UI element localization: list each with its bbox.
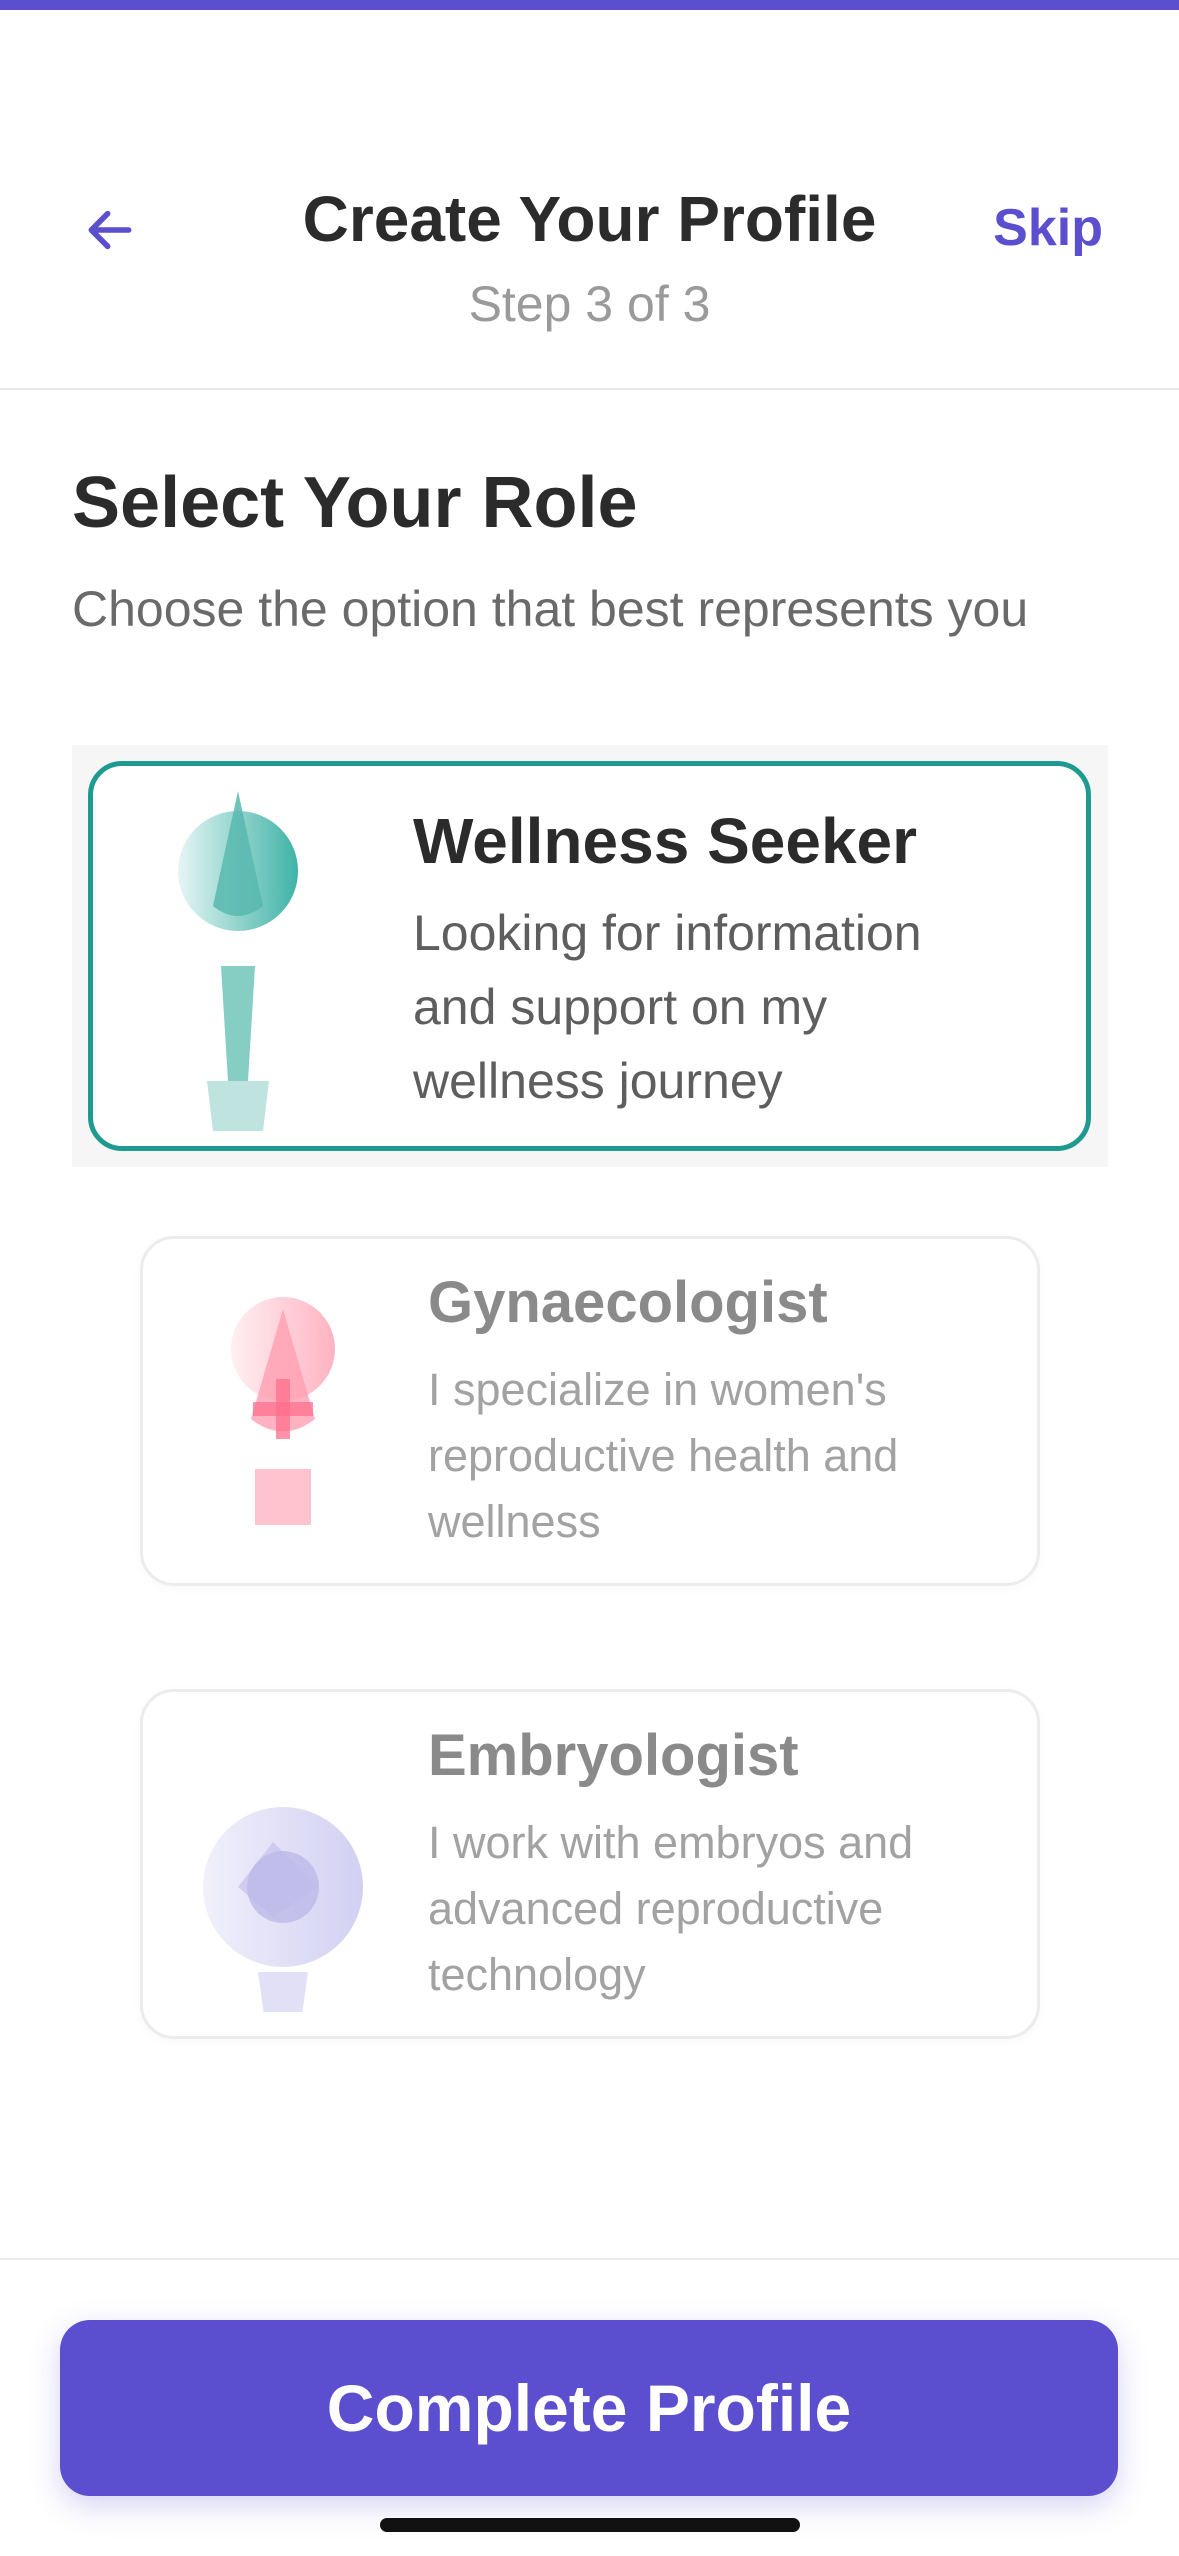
role-description: I specialize in women's reproductive hea… — [428, 1364, 899, 1547]
wellness-seeker-icon — [178, 791, 298, 1131]
role-title: Wellness Seeker — [413, 805, 918, 877]
footer-divider — [0, 2258, 1179, 2260]
progress-bar-fill — [0, 0, 1179, 10]
role-card-embryologist[interactable]: Embryologist I work with embryos and adv… — [140, 1689, 1040, 2039]
embryologist-icon — [203, 1807, 363, 2012]
role-title: Gynaecologist — [428, 1270, 828, 1335]
role-description: I work with embryos and advanced reprodu… — [428, 1817, 914, 2000]
step-indicator: Step 3 of 3 — [468, 276, 711, 332]
role-title: Embryologist — [428, 1723, 799, 1788]
section-description: Choose the option that best represents y… — [72, 581, 1029, 637]
role-card-wellness-seeker[interactable]: Wellness Seeker Looking for information … — [88, 761, 1091, 1151]
skip-button[interactable]: Skip — [993, 198, 1103, 258]
role-card-gynaecologist[interactable]: Gynaecologist I specialize in women's re… — [140, 1236, 1040, 1586]
gynaecologist-icon — [231, 1297, 335, 1525]
header: Create Your Profile Step 3 of 3 Skip — [0, 10, 1179, 390]
progress-bar — [0, 0, 1179, 10]
complete-profile-button[interactable]: Complete Profile — [60, 2320, 1118, 2496]
section-title: Select Your Role — [72, 463, 638, 543]
role-description: Looking for information and support on m… — [413, 905, 922, 1109]
home-indicator — [380, 2518, 800, 2532]
